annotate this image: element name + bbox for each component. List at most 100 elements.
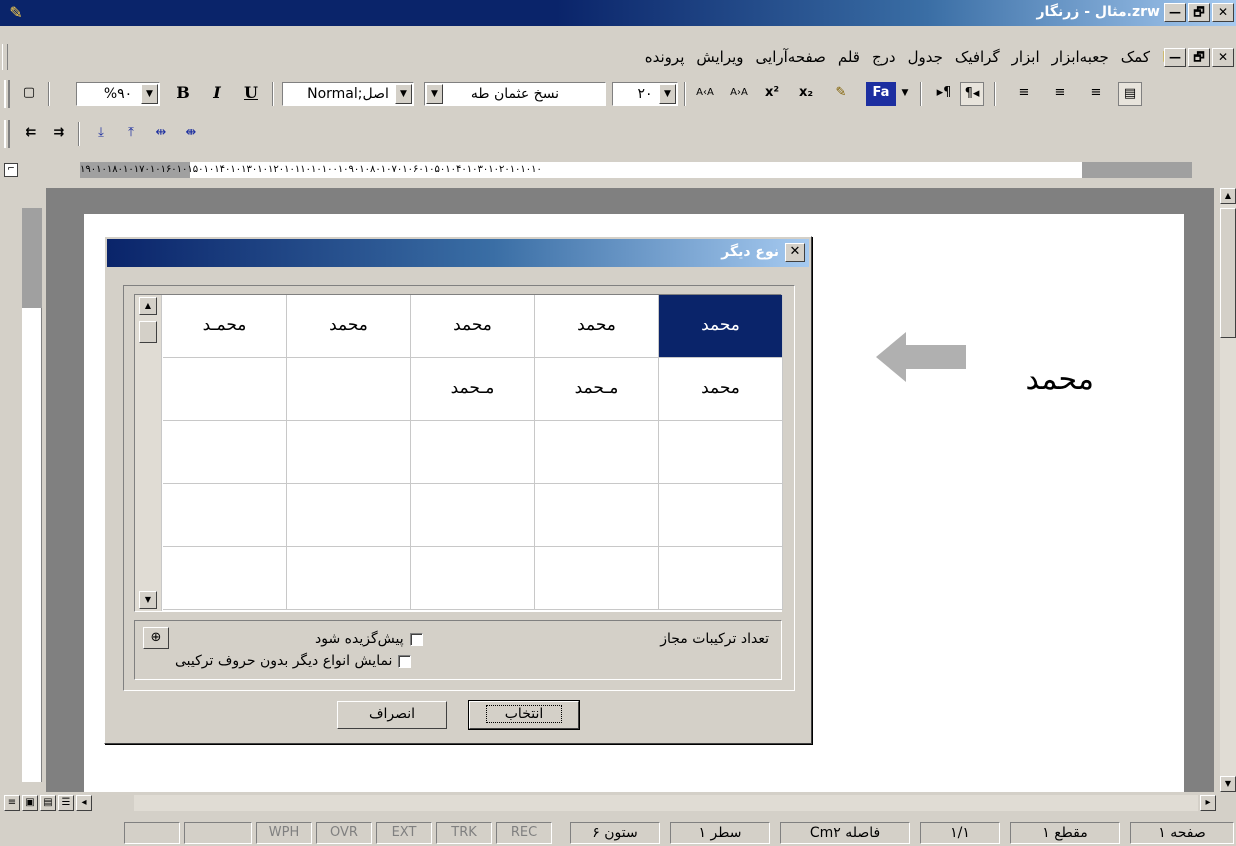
menu-tools[interactable]: ابزار	[1012, 48, 1040, 66]
format-painter-icon[interactable]: ✎	[828, 82, 854, 106]
italic-button[interactable]: I	[206, 82, 228, 106]
outline-view-icon[interactable]: ☰	[58, 795, 74, 811]
glyph-cell[interactable]	[659, 547, 783, 610]
minimize-button[interactable]: —	[1164, 3, 1186, 22]
scroll-left-icon[interactable]: ◂	[76, 795, 92, 811]
glyph-cell[interactable]: محمد	[535, 295, 659, 358]
menu-insert[interactable]: درج	[872, 48, 896, 66]
normal-view-icon[interactable]: ≡	[4, 795, 20, 811]
justify-icon[interactable]: ▤	[1118, 82, 1142, 106]
horizontal-ruler[interactable]: ۱۹۰۱۰۱۸۰۱۰۱۷۰۱۰۱۶۰۱۰۱۵۰۱۰۱۴۰۱۰۱۳۰۱۰۱۲۰۱۰…	[14, 158, 1210, 182]
expand-icon[interactable]: ⇹	[150, 122, 172, 146]
vertical-ruler[interactable]	[22, 208, 42, 782]
glyph-cell[interactable]	[163, 547, 287, 610]
increase-indent-icon[interactable]: ⇉	[48, 122, 70, 146]
glyph-cell[interactable]: مـحمد	[411, 358, 535, 421]
scroll-up-icon[interactable]: ▲	[1220, 188, 1236, 204]
glyph-cell[interactable]	[535, 547, 659, 610]
menu-font[interactable]: قلم	[838, 48, 860, 66]
toolbar-grip[interactable]	[4, 120, 10, 148]
bold-button[interactable]: B	[172, 82, 194, 106]
glyph-cell[interactable]	[287, 484, 411, 547]
chevron-down-icon[interactable]: ▼	[898, 82, 912, 106]
status-ovr[interactable]: OVR	[316, 822, 372, 844]
glyph-cell[interactable]	[535, 421, 659, 484]
toolbar-grip[interactable]	[4, 80, 10, 108]
horizontal-scrollbar[interactable]: ≡ ▣ ▤ ☰ ◂ ▸	[0, 794, 1236, 812]
glyph-cell[interactable]	[287, 421, 411, 484]
glyph-cell[interactable]	[287, 547, 411, 610]
align-left-icon[interactable]: ≡	[1084, 82, 1108, 106]
cancel-button[interactable]: انصراف	[337, 701, 447, 729]
menu-layout[interactable]: صفحه‌آرایی	[756, 48, 826, 66]
decrease-indent-icon[interactable]: ⇇	[20, 122, 42, 146]
doc-minimize-button[interactable]: —	[1164, 48, 1186, 67]
rtl-paragraph-icon[interactable]: ¶◂	[960, 82, 984, 106]
scroll-up-icon[interactable]: ▲	[139, 297, 157, 315]
contract-icon[interactable]: ⇼	[180, 122, 202, 146]
zoom-select[interactable]: %۹۰ ▼	[76, 82, 160, 106]
select-button[interactable]: انتخاب	[468, 700, 580, 730]
align-right-icon[interactable]: ≡	[1012, 82, 1036, 106]
subscript-button[interactable]: x₂	[794, 82, 818, 106]
default-option[interactable]: پیش‌گزیده شود	[315, 631, 423, 647]
grid-scrollbar[interactable]: ▲ ▼	[135, 295, 162, 611]
web-view-icon[interactable]: ▣	[22, 795, 38, 811]
menubar-grip[interactable]	[2, 44, 8, 70]
glyph-cell[interactable]: محمد	[287, 295, 411, 358]
restore-button[interactable]: 🗗	[1188, 3, 1210, 22]
chevron-down-icon[interactable]: ▼	[395, 84, 412, 104]
chevron-down-icon[interactable]: ▼	[141, 84, 158, 104]
raise-icon[interactable]: ⤒	[120, 122, 142, 146]
scroll-down-icon[interactable]: ▼	[1220, 776, 1236, 792]
scroll-right-icon[interactable]: ▸	[1200, 795, 1216, 811]
fa-button[interactable]: Fa	[866, 82, 896, 106]
glyph-cell[interactable]	[659, 421, 783, 484]
glyph-cell[interactable]	[411, 484, 535, 547]
vertical-scrollbar[interactable]: ▲ ▼	[1220, 188, 1236, 792]
dialog-close-button[interactable]: ✕	[785, 243, 805, 262]
zoom-icon[interactable]: ⊕	[143, 627, 169, 649]
lower-icon[interactable]: ⤓	[90, 122, 112, 146]
glyph-cell[interactable]: مـحمد	[535, 358, 659, 421]
glyph-cell[interactable]	[287, 358, 411, 421]
page-view-icon[interactable]: ▤	[40, 795, 56, 811]
doc-restore-button[interactable]: 🗗	[1188, 48, 1210, 67]
scroll-thumb[interactable]	[139, 321, 157, 343]
grow-font-icon[interactable]: A‹A	[690, 82, 720, 106]
scroll-down-icon[interactable]: ▼	[139, 591, 157, 609]
font-select[interactable]: نسخ عثمان طه ▼	[424, 82, 606, 106]
status-wph[interactable]: WPH	[256, 822, 312, 844]
scroll-thumb[interactable]	[1220, 208, 1236, 338]
glyph-cell[interactable]	[411, 547, 535, 610]
dialog-title-bar[interactable]: ✕ نوع دیگر	[107, 239, 809, 267]
glyph-cell[interactable]: محمد	[659, 358, 783, 421]
menu-help[interactable]: کمک	[1121, 48, 1150, 66]
menu-graphics[interactable]: گرافیک	[955, 48, 1000, 66]
doc-close-button[interactable]: ✕	[1212, 48, 1234, 67]
scroll-track[interactable]	[134, 795, 1198, 811]
glyph-cell[interactable]	[659, 484, 783, 547]
underline-button[interactable]: U	[240, 82, 262, 106]
glyph-cell[interactable]	[163, 421, 287, 484]
chevron-down-icon[interactable]: ▼	[659, 84, 676, 104]
shrink-font-icon[interactable]: A›A	[724, 82, 754, 106]
style-select[interactable]: Normal;اصل ▼	[282, 82, 414, 106]
menu-edit[interactable]: ویرایش	[696, 48, 743, 66]
glyph-cell[interactable]	[535, 484, 659, 547]
chevron-down-icon[interactable]: ▼	[426, 84, 443, 104]
glyph-cell[interactable]	[163, 358, 287, 421]
glyph-cell[interactable]: محمد	[411, 295, 535, 358]
show-checkbox[interactable]	[398, 654, 412, 668]
default-checkbox[interactable]	[409, 632, 423, 646]
status-rec[interactable]: REC	[496, 822, 552, 844]
glyph-cell[interactable]	[411, 421, 535, 484]
page-setup-icon[interactable]: ▢	[16, 82, 42, 106]
glyph-cell[interactable]: محمـد	[163, 295, 287, 358]
ltr-paragraph-icon[interactable]: ▸¶	[932, 82, 956, 106]
status-ext[interactable]: EXT	[376, 822, 432, 844]
menu-toolbox[interactable]: جعبه‌ابزار	[1052, 48, 1109, 66]
size-select[interactable]: ۲۰ ▼	[612, 82, 678, 106]
superscript-button[interactable]: x²	[760, 82, 784, 106]
status-trk[interactable]: TRK	[436, 822, 492, 844]
